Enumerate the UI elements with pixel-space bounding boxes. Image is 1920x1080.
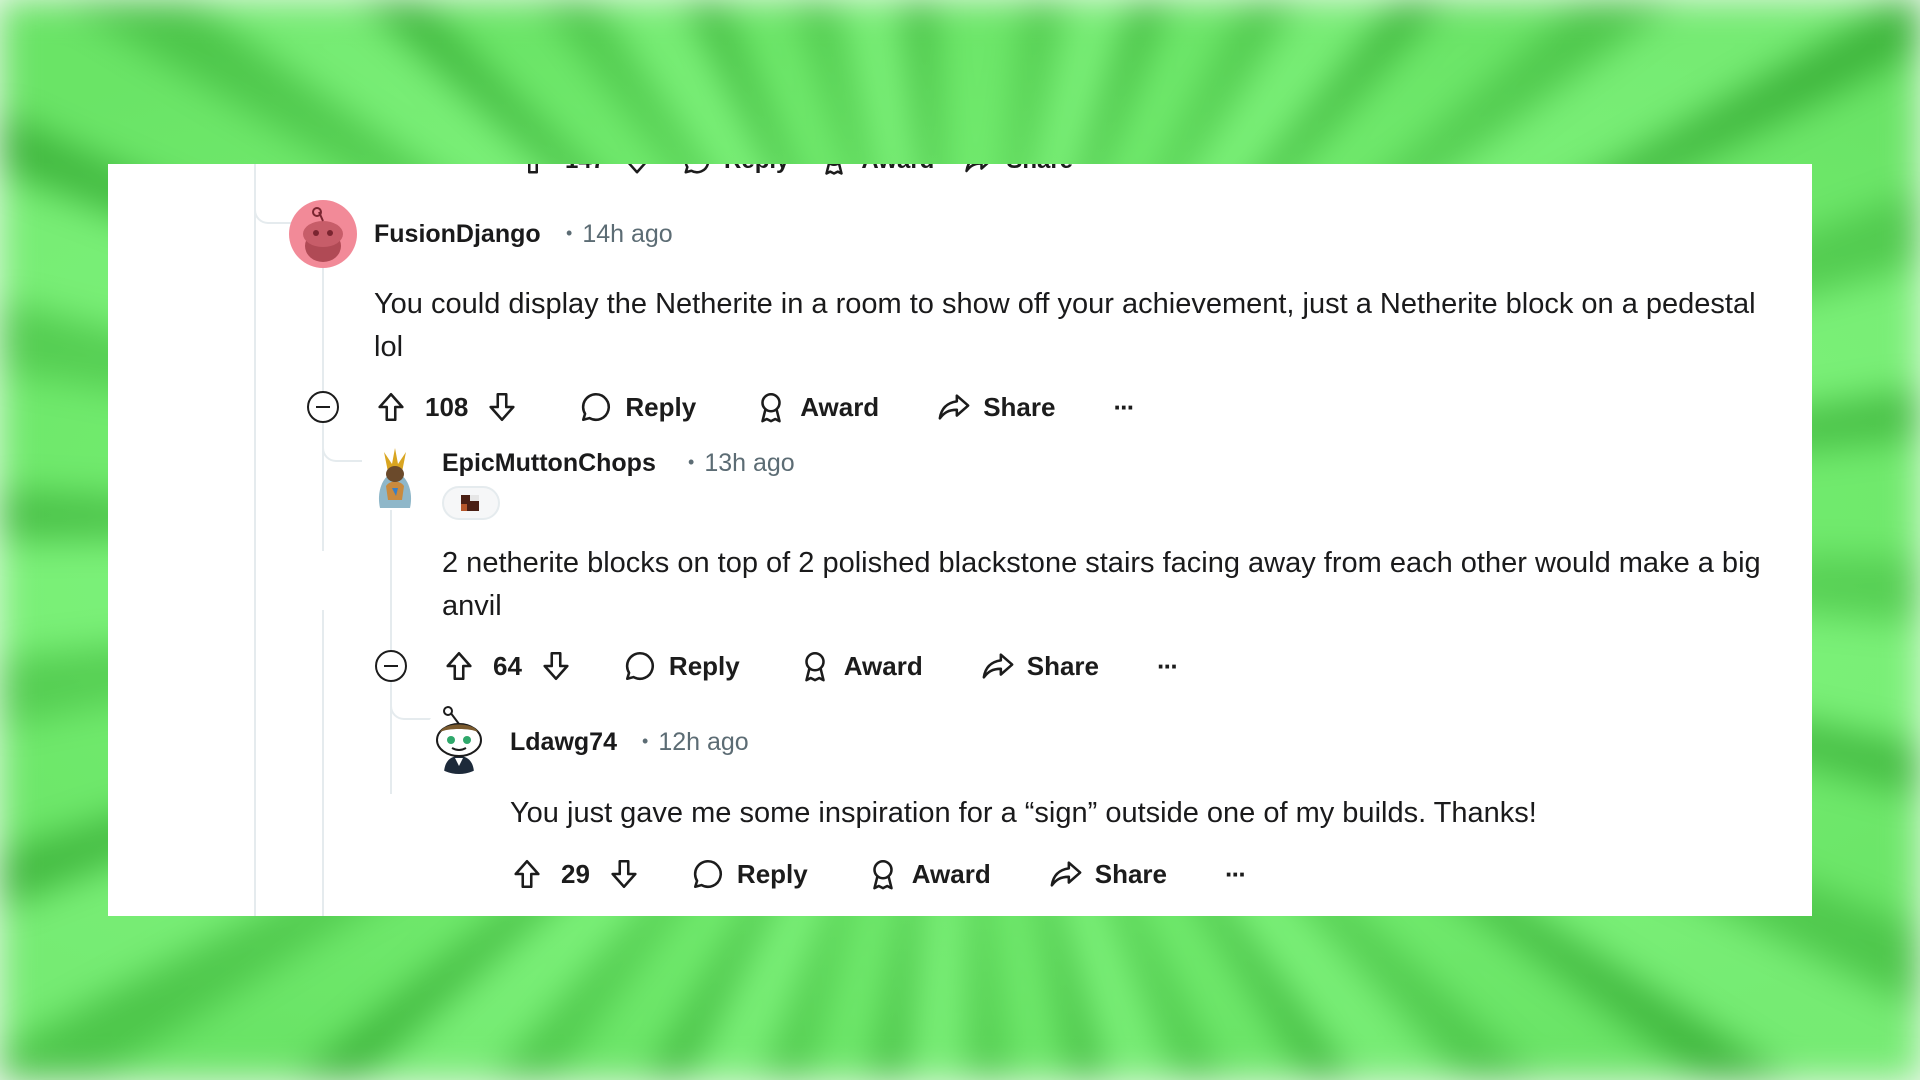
upvote-icon[interactable]: [374, 390, 408, 424]
share-icon: [965, 164, 989, 173]
reply-button[interactable]: Reply: [623, 649, 740, 683]
comment-actions: 108 Reply Award Share ···: [374, 384, 1135, 430]
share-label: Share: [983, 391, 1056, 422]
reply-button[interactable]: Reply: [691, 857, 808, 891]
award-icon: [804, 651, 825, 682]
share-button[interactable]: Share: [964, 164, 1073, 176]
timestamp: 14h ago: [582, 220, 673, 248]
award-label: Award: [800, 391, 880, 422]
share-label: Share: [1094, 858, 1167, 889]
more-options-button[interactable]: ···: [1157, 650, 1179, 682]
upvote-icon[interactable]: [442, 649, 476, 683]
reply-label: Reply: [668, 650, 740, 681]
comment-icon: [684, 164, 710, 174]
comment-body: You just gave me some inspiration for a …: [510, 797, 1537, 829]
award-label: Award: [843, 650, 923, 681]
thread-elbow-fusiondjango: [254, 164, 296, 224]
reply-button[interactable]: Reply: [579, 390, 696, 424]
comment-body: 2 netherite blocks on top of 2 polished …: [442, 547, 1761, 622]
award-button[interactable]: Award: [819, 164, 934, 176]
more-icon: ···: [1225, 858, 1247, 889]
thread-line-fusiondjango-lower: [322, 610, 324, 916]
share-button[interactable]: Share: [981, 649, 1099, 683]
minecraft-block-flair-icon: [461, 495, 479, 511]
more-options-button[interactable]: ···: [1225, 858, 1247, 890]
collapse-icon[interactable]: [374, 649, 408, 683]
timestamp: 12h ago: [658, 728, 749, 756]
comment-thread-panel: 147 Reply Award Share FusionDjango •14h …: [108, 164, 1812, 916]
vote-score: 108: [425, 391, 469, 422]
reply-label: Reply: [625, 391, 697, 422]
award-icon: [872, 859, 893, 890]
downvote-icon[interactable]: [485, 390, 519, 424]
more-options-button[interactable]: ···: [1113, 391, 1135, 423]
downvote-icon[interactable]: [539, 649, 573, 683]
character-avatar-icon: [378, 448, 412, 508]
avatar[interactable]: [289, 200, 357, 268]
award-button[interactable]: Award: [798, 649, 923, 683]
share-label: Share: [1026, 650, 1099, 681]
comment-time: • 14h ago: [566, 220, 673, 248]
reply-label: Reply: [724, 164, 789, 175]
user-flair: [442, 486, 500, 520]
award-icon: [761, 392, 781, 423]
upvote-icon: [528, 164, 538, 174]
snoo-avatar-icon: [436, 706, 482, 774]
parent-comment-actions-cut: 147 Reply Award Share: [518, 164, 1073, 176]
award-label: Award: [861, 164, 934, 175]
username[interactable]: FusionDjango: [374, 220, 541, 249]
reply-button[interactable]: Reply: [682, 164, 789, 176]
collapse-icon[interactable]: [306, 390, 340, 424]
comment-time: • 12h ago: [642, 728, 749, 756]
share-icon: [982, 653, 1014, 679]
comment-time: • 13h ago: [688, 449, 795, 477]
award-button[interactable]: Award: [866, 857, 991, 891]
upvote-icon[interactable]: [510, 857, 544, 891]
username[interactable]: EpicMuttonChops: [442, 449, 656, 478]
avatar[interactable]: [362, 444, 428, 510]
more-icon: ···: [1113, 391, 1135, 422]
comment-body: You could display the Netherite in a roo…: [374, 288, 1756, 363]
vote-score: 64: [493, 650, 522, 681]
score: 147: [565, 164, 605, 175]
share-icon: [938, 394, 970, 420]
award-label: Award: [911, 858, 991, 889]
award-button[interactable]: Award: [754, 390, 879, 424]
more-icon: ···: [1157, 650, 1179, 681]
comment-actions: 64 Reply Award Share ···: [442, 643, 1179, 689]
share-button[interactable]: Share: [1049, 857, 1167, 891]
share-button[interactable]: Share: [937, 390, 1055, 424]
avatar[interactable]: [424, 704, 494, 774]
share-icon: [1050, 861, 1082, 887]
vote-group: 108: [374, 390, 519, 424]
vote-score: 29: [561, 858, 590, 889]
downvote-icon[interactable]: [607, 857, 641, 891]
vote-group: 64: [442, 649, 573, 683]
timestamp: 13h ago: [704, 449, 795, 477]
comment-icon: [625, 651, 654, 681]
snoo-avatar-icon: [303, 207, 343, 262]
vote-group: 29: [510, 857, 641, 891]
downvote-icon: [628, 164, 647, 174]
award-icon: [825, 164, 844, 175]
thread-line-epicmuttonchops: [390, 494, 392, 794]
comment-icon: [693, 859, 722, 889]
comment-actions: 29 Reply Award Share ···: [510, 851, 1247, 897]
username[interactable]: Ldawg74: [510, 728, 617, 757]
reply-label: Reply: [736, 858, 808, 889]
comment-icon: [582, 392, 611, 422]
share-label: Share: [1006, 164, 1073, 175]
thread-line-root: [254, 164, 256, 916]
upvote-button[interactable]: 147: [518, 164, 652, 176]
